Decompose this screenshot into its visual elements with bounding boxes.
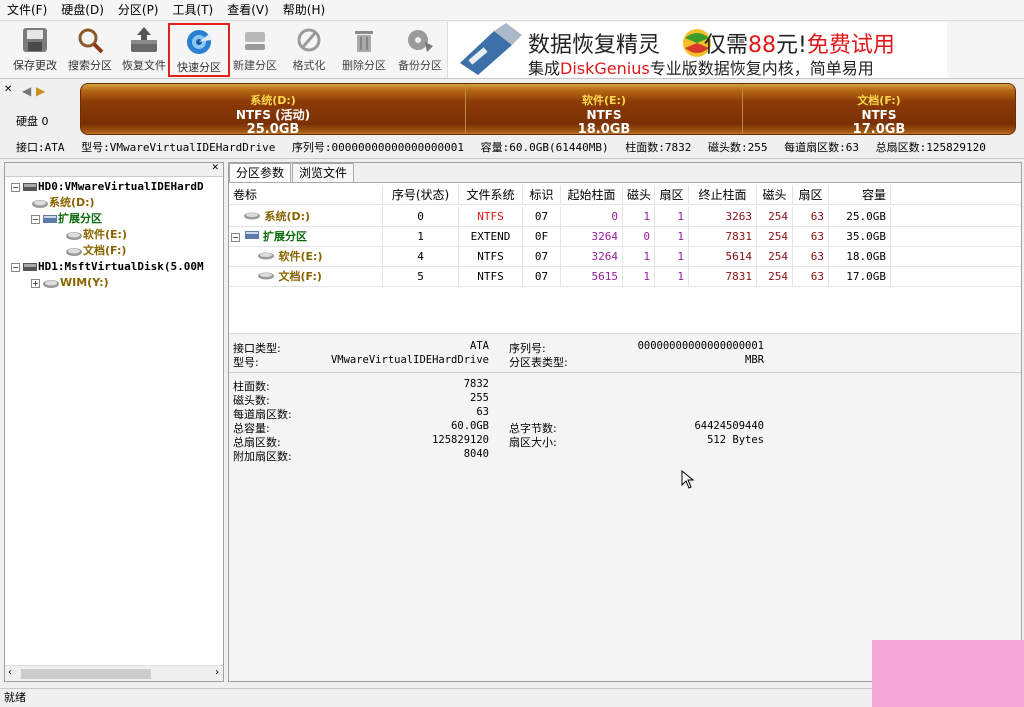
magnifier-icon: [78, 28, 104, 54]
collapse-toggle-icon[interactable]: −: [231, 233, 240, 242]
save-changes-button[interactable]: 保存更改: [8, 23, 62, 77]
next-disk-arrow-icon[interactable]: ▶: [36, 84, 45, 98]
tree-horizontal-scrollbar[interactable]: ‹ ›: [5, 665, 223, 681]
tree-item-hd1[interactable]: − HD1:MsftVirtualDisk(5.00M: [11, 259, 204, 275]
trash-icon: [355, 31, 373, 52]
new-partition-button[interactable]: 新建分区: [230, 23, 280, 77]
quick-partition-button[interactable]: 快速分区: [168, 23, 230, 77]
partition-icon: [43, 280, 59, 288]
backup-icon: [408, 30, 433, 52]
recover-files-button[interactable]: 恢复文件: [118, 23, 170, 77]
prev-disk-arrow-icon[interactable]: ◀: [22, 84, 31, 98]
partition-detail-panel: 分区参数 浏览文件 卷标 序号(状态) 文件系统 标识 起始柱面 磁头 扇区 终…: [228, 162, 1022, 682]
table-row[interactable]: 文档(F:) 5 NTFS 07 5615 1 1 7831 254 63 17…: [229, 267, 1021, 287]
hard-disk-icon: [23, 263, 37, 271]
disk-partition-bar: 系统(D:) NTFS (活动) 25.0GB 软件(E:) NTFS 18.0…: [80, 83, 1016, 135]
segment-software-e[interactable]: 软件(E:) NTFS 18.0GB: [466, 84, 743, 134]
delete-partition-button[interactable]: 删除分区: [338, 23, 390, 77]
disk-properties-area: 接口类型: ATA 型号: VMwareVirtualIDEHardDrive …: [229, 333, 1021, 681]
format-button[interactable]: 格式化: [286, 23, 332, 77]
disk-label: 硬盘 0: [16, 115, 49, 128]
scrollbar-thumb[interactable]: [21, 669, 151, 679]
tree-item-software-e[interactable]: 软件(E:): [65, 227, 127, 243]
partition-icon: [66, 248, 82, 256]
partition-icon: [244, 212, 260, 220]
menu-partition[interactable]: 分区(P): [111, 0, 166, 20]
partition-icon: [258, 252, 274, 260]
partition-icon: [258, 272, 274, 280]
divider: [229, 372, 1021, 373]
ad-subline: 集成DiskGenius专业版数据恢复内核，简单易用: [528, 59, 874, 78]
tree-item-system-d[interactable]: 系统(D:): [31, 195, 95, 211]
collapse-toggle-icon[interactable]: −: [11, 262, 20, 272]
backup-partition-button[interactable]: 备份分区: [394, 23, 446, 77]
disk-info-line: 接口:ATA 型号:VMwareVirtualIDEHardDrive 序列号:…: [0, 139, 1024, 159]
new-partition-icon: [245, 32, 265, 50]
tree-item-extended[interactable]: − 扩展分区: [31, 211, 102, 227]
watermark-overlay: [872, 640, 1024, 707]
close-x-icon[interactable]: ✕: [4, 84, 12, 95]
tree-close-icon[interactable]: ✕: [211, 163, 219, 173]
detail-tabs: 分区参数 浏览文件: [229, 163, 1021, 183]
mouse-cursor-icon: [681, 470, 695, 489]
table-header-row: 卷标 序号(状态) 文件系统 标识 起始柱面 磁头 扇区 终止柱面 磁头 扇区 …: [229, 185, 1021, 205]
table-row[interactable]: 软件(E:) 4 NTFS 07 3264 1 1 5614 254 63 18…: [229, 247, 1021, 267]
menu-bar: 文件(F) 硬盘(D) 分区(P) 工具(T) 查看(V) 帮助(H): [0, 0, 1024, 21]
tab-partition-params[interactable]: 分区参数: [229, 163, 292, 182]
segment-system-d[interactable]: 系统(D:) NTFS (活动) 25.0GB: [81, 84, 466, 134]
format-icon: [297, 28, 321, 52]
expand-toggle-icon[interactable]: +: [31, 278, 40, 288]
hard-disk-icon: [23, 183, 37, 191]
tab-browse-files[interactable]: 浏览文件: [292, 163, 355, 182]
usb-drive-logo-icon: [460, 23, 522, 75]
tree-item-documents-f[interactable]: 文档(F:): [65, 243, 126, 259]
ad-banner[interactable]: 数据恢复精灵 仅需88元!免费试用 集成DiskGenius专业版数据恢复内核，简…: [447, 22, 947, 78]
menu-tools[interactable]: 工具(T): [166, 0, 221, 20]
partition-icon: [66, 232, 82, 240]
partition-icon: [32, 200, 48, 208]
extended-partition-icon: [43, 215, 57, 223]
save-disk-icon: [23, 28, 47, 52]
disk-tree-panel: ✕ − HD0:VMwareVirtualIDEHardD 系统(D:) − 扩…: [4, 162, 224, 682]
tree-item-hd0[interactable]: − HD0:VMwareVirtualIDEHardD: [11, 179, 204, 195]
quick-partition-icon: [187, 30, 211, 54]
tree-header: ✕: [5, 163, 223, 177]
menu-file[interactable]: 文件(F): [0, 0, 54, 20]
disk-map: ✕ ◀ ▶ 硬盘 0 系统(D:) NTFS (活动) 25.0GB 软件(E:…: [0, 80, 1024, 138]
scroll-right-icon[interactable]: ›: [215, 667, 219, 678]
menu-disk[interactable]: 硬盘(D): [54, 0, 111, 20]
collapse-toggle-icon[interactable]: −: [31, 214, 40, 224]
status-text: 就绪: [4, 691, 26, 704]
menu-view[interactable]: 查看(V): [220, 0, 276, 20]
menu-help[interactable]: 帮助(H): [276, 0, 332, 20]
collapse-toggle-icon[interactable]: −: [11, 182, 20, 192]
extended-partition-icon: [244, 231, 259, 239]
search-partition-button[interactable]: 搜索分区: [64, 23, 116, 77]
tree-item-wim-y[interactable]: + WIM(Y:): [31, 275, 109, 291]
status-bar: 就绪: [0, 688, 1024, 707]
recover-box-icon: [131, 27, 157, 52]
scroll-left-icon[interactable]: ‹: [8, 667, 12, 678]
table-row[interactable]: − 扩展分区 1 EXTEND 0F 3264 0 1 7831 254 63 …: [229, 227, 1021, 247]
segment-documents-f[interactable]: 文档(F:) NTFS 17.0GB: [743, 84, 1015, 134]
table-row[interactable]: 系统(D:) 0 NTFS 07 0 1 1 3263 254 63 25.0G…: [229, 207, 1021, 227]
